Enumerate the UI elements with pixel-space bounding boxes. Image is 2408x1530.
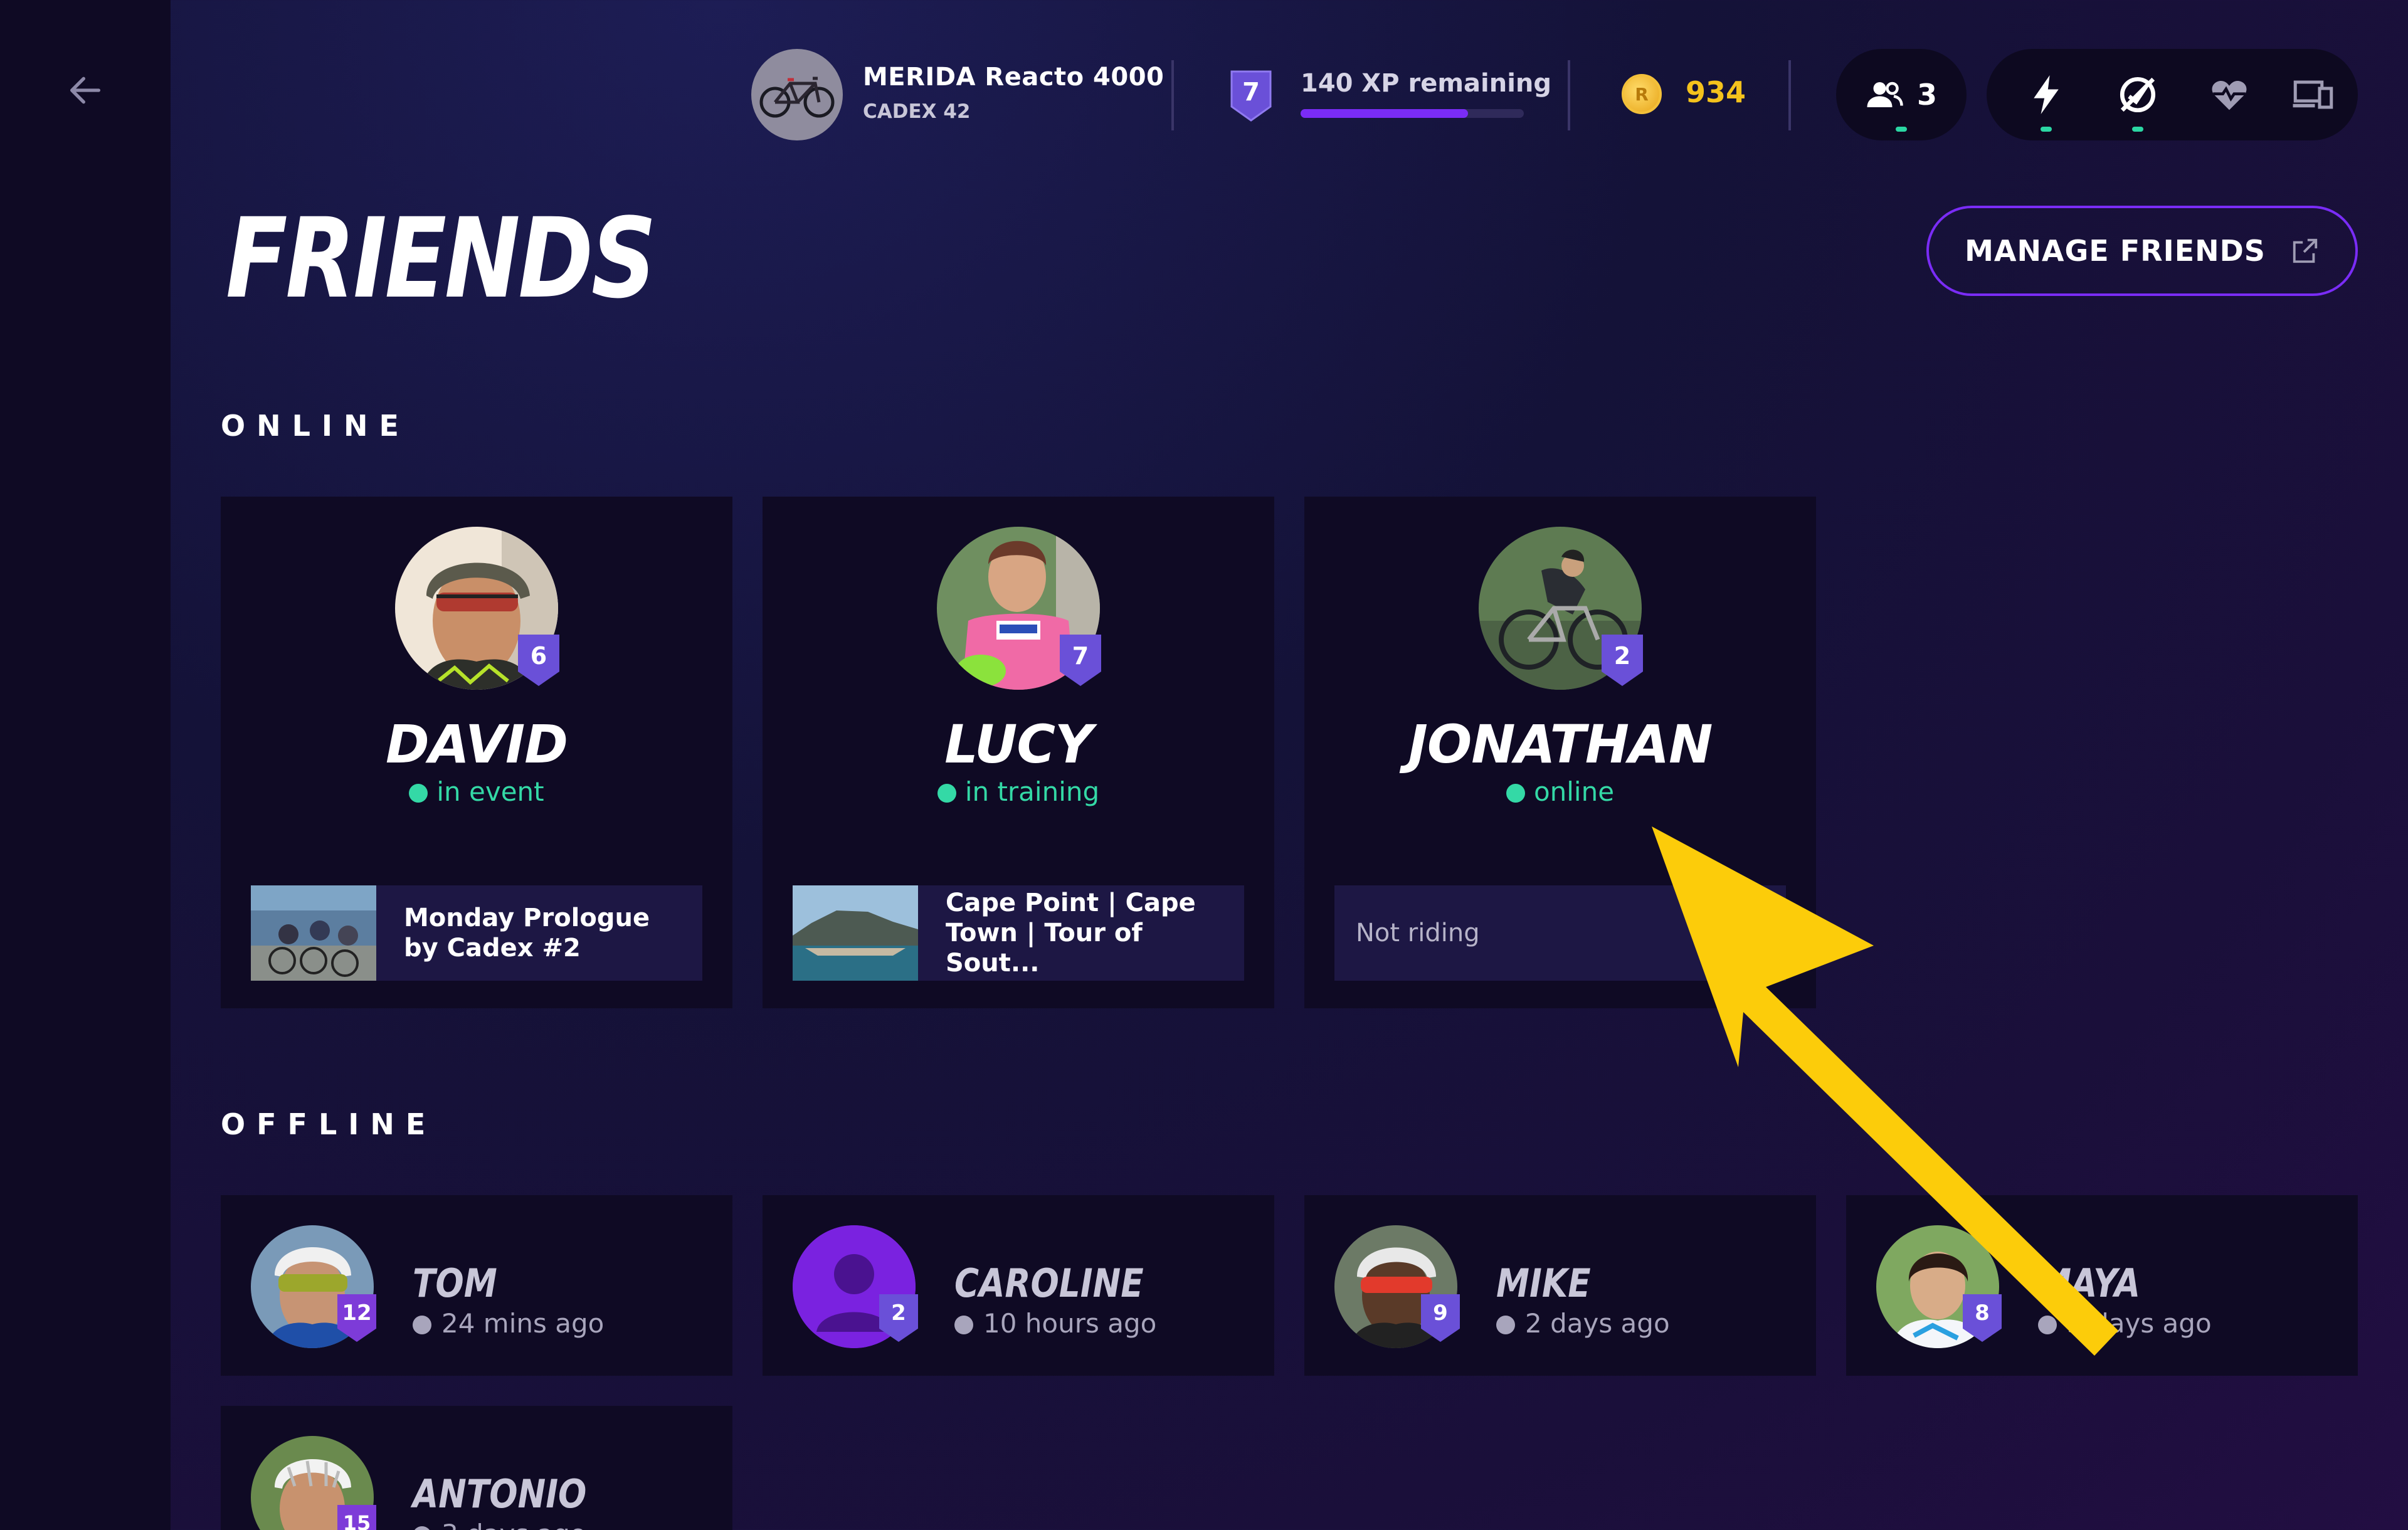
- friend-card-offline[interactable]: 8 MAYA 3 days ago: [1846, 1195, 2358, 1376]
- online-section-heading: ONLINE: [221, 409, 410, 443]
- coin-icon: R: [1622, 74, 1662, 114]
- sensors-pill[interactable]: [1987, 49, 2358, 140]
- friend-card-offline[interactable]: 2 CAROLINE 10 hours ago: [763, 1195, 1274, 1376]
- last-seen: 3 days ago: [413, 1519, 586, 1530]
- devices-icon: [2293, 80, 2333, 109]
- manage-friends-button[interactable]: MANAGE FRIENDS: [1926, 206, 2358, 296]
- xp-progress-fill: [1301, 109, 1468, 118]
- last-seen-text: 10 hours ago: [983, 1308, 1157, 1339]
- friend-name: CAROLINE: [954, 1260, 1144, 1306]
- activity-title: Monday Prologue by Cadex #2: [404, 904, 650, 963]
- heart-rate-sensor[interactable]: [2195, 49, 2264, 140]
- friend-card-online[interactable]: 2 JONATHAN online Not riding: [1304, 497, 1816, 1008]
- level-number: 7: [1242, 78, 1260, 107]
- activity-thumbnail: [793, 885, 918, 981]
- friend-name: JONATHAN: [1408, 714, 1713, 775]
- status-indicator: [2041, 127, 2052, 132]
- friend-name: DAVID: [385, 714, 568, 775]
- manage-friends-label: MANAGE FRIENDS: [1965, 234, 2266, 268]
- activity-card: Not riding: [1334, 885, 1786, 981]
- last-seen: 24 mins ago: [413, 1308, 604, 1339]
- friend-name: MAYA: [2038, 1260, 2140, 1306]
- online-dot: [1506, 784, 1525, 803]
- friend-card-offline[interactable]: 12 TOM 24 mins ago: [221, 1195, 732, 1376]
- offline-dot: [2038, 1316, 2057, 1334]
- friend-name: MIKE: [1496, 1260, 1591, 1306]
- arrow-left-icon: [70, 76, 100, 104]
- divider: [1171, 60, 1174, 130]
- last-seen-text: 3 days ago: [441, 1519, 586, 1530]
- level-badge: 15: [337, 1505, 376, 1530]
- level-badge: 2: [1602, 635, 1643, 686]
- devices-sensor[interactable]: [2279, 49, 2348, 140]
- bike-wheels: CADEX 42: [863, 100, 971, 123]
- last-seen-text: 2 days ago: [1525, 1308, 1670, 1339]
- friend-name: TOM: [413, 1260, 497, 1306]
- bike-avatar[interactable]: [751, 49, 843, 140]
- level-badge: 7: [1229, 69, 1273, 123]
- friend-name: LUCY: [944, 714, 1093, 775]
- bicycle-icon: [759, 76, 835, 118]
- power-icon: [2034, 75, 2059, 114]
- offline-dot: [954, 1316, 973, 1334]
- activity-thumbnail: [251, 885, 376, 981]
- online-dot: [409, 784, 428, 803]
- divider: [1788, 60, 1791, 130]
- level-badge: 7: [1060, 635, 1101, 686]
- external-link-icon: [2293, 238, 2318, 263]
- last-seen: 3 days ago: [2038, 1308, 2212, 1339]
- friend-status: online: [1304, 776, 1816, 807]
- last-seen-text: 24 mins ago: [441, 1308, 605, 1339]
- last-seen: 10 hours ago: [954, 1308, 1156, 1339]
- coin-symbol: R: [1635, 83, 1649, 105]
- coin-balance: 934: [1686, 75, 1746, 109]
- offline-dot: [413, 1316, 431, 1334]
- offline-section-heading: OFFLINE: [221, 1107, 437, 1141]
- activity-card[interactable]: Cape Point | Cape Town | Tour of Sout...: [793, 885, 1244, 981]
- offline-dot: [413, 1526, 431, 1530]
- status-text: in training: [964, 776, 1100, 807]
- divider: [1568, 60, 1570, 130]
- friend-status: in training: [763, 776, 1274, 807]
- heart-rate-icon: [2212, 80, 2247, 110]
- friends-online-count: 3: [1916, 78, 1937, 112]
- status-indicator: [2132, 127, 2143, 132]
- back-button[interactable]: [60, 65, 110, 115]
- xp-remaining: 140 XP remaining: [1301, 69, 1552, 98]
- status-indicator: [1896, 127, 1907, 132]
- level-badge: 6: [518, 635, 559, 686]
- friend-card-online[interactable]: 7 LUCY in training Cape Point | Cape Tow…: [763, 497, 1274, 1008]
- online-dot: [937, 784, 956, 803]
- friend-name: ANTONIO: [413, 1471, 587, 1517]
- status-text: in event: [436, 776, 544, 807]
- last-seen: 2 days ago: [1496, 1308, 1670, 1339]
- sidebar: [0, 0, 171, 1530]
- page-title: FRIENDS: [226, 194, 657, 323]
- cadence-icon: [2120, 76, 2156, 113]
- activity-title: Cape Point | Cape Town | Tour of Sout...: [946, 889, 1196, 978]
- friend-card-offline[interactable]: 9 MIKE 2 days ago: [1304, 1195, 1816, 1376]
- friend-status: in event: [221, 776, 732, 807]
- offline-dot: [1496, 1316, 1515, 1334]
- friends-online-pill[interactable]: 3: [1836, 49, 1967, 140]
- activity-card[interactable]: Monday Prologue by Cadex #2: [251, 885, 702, 981]
- bike-name: MERIDA Reacto 4000: [863, 63, 1164, 92]
- last-seen-text: 3 days ago: [2067, 1308, 2212, 1339]
- friend-card-offline[interactable]: 15 ANTONIO 3 days ago: [221, 1406, 732, 1530]
- activity-title: Not riding: [1356, 919, 1480, 947]
- status-text: online: [1533, 776, 1615, 807]
- xp-progress-bar: [1301, 109, 1524, 118]
- friend-card-online[interactable]: 6 DAVID in event Monday Prologue by Cade…: [221, 497, 732, 1008]
- friends-icon: [1867, 82, 1903, 107]
